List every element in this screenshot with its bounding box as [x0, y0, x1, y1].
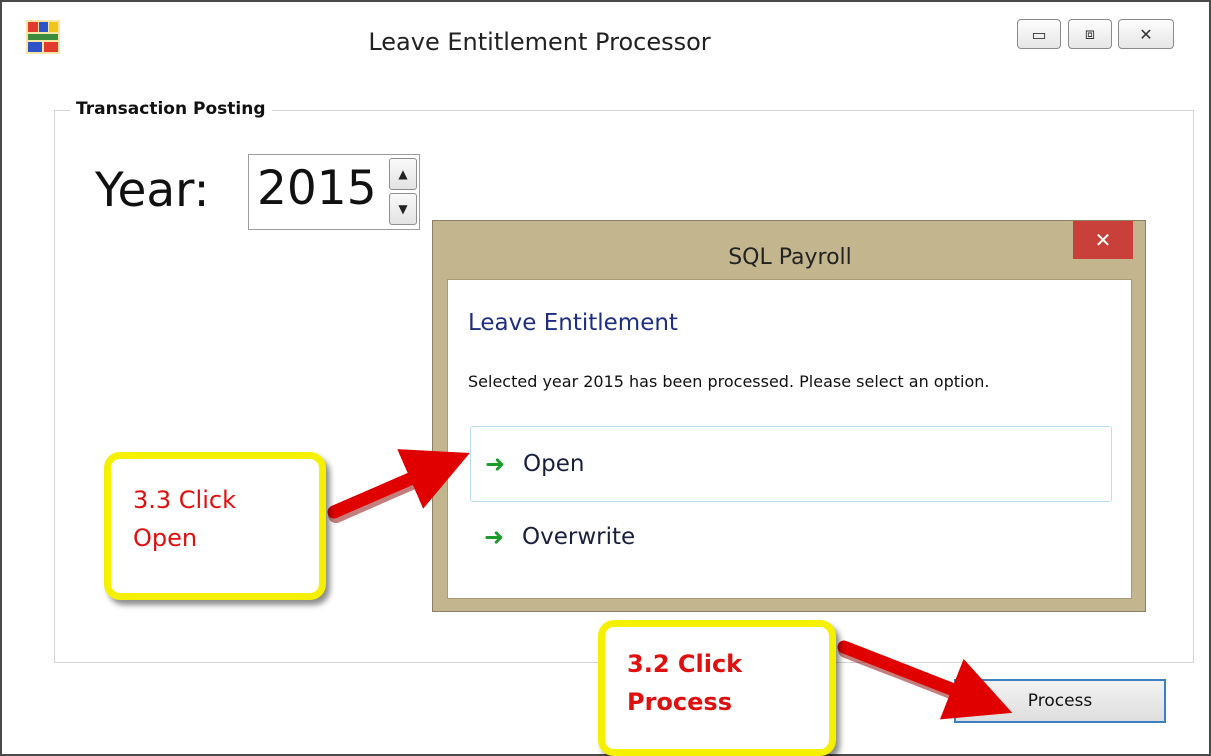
callout-line: 3.2 Click: [627, 650, 743, 678]
callout-line: 3.3 Click: [133, 486, 236, 514]
arrow-to-process-line: [837, 640, 1013, 720]
arrow-to-open-line: [327, 449, 470, 519]
callout-line: Process: [627, 688, 732, 716]
callout-click-open: 3.3 Click Open: [104, 452, 326, 600]
callout-click-process: 3.2 Click Process: [598, 620, 836, 756]
callout-line: Open: [133, 524, 198, 552]
